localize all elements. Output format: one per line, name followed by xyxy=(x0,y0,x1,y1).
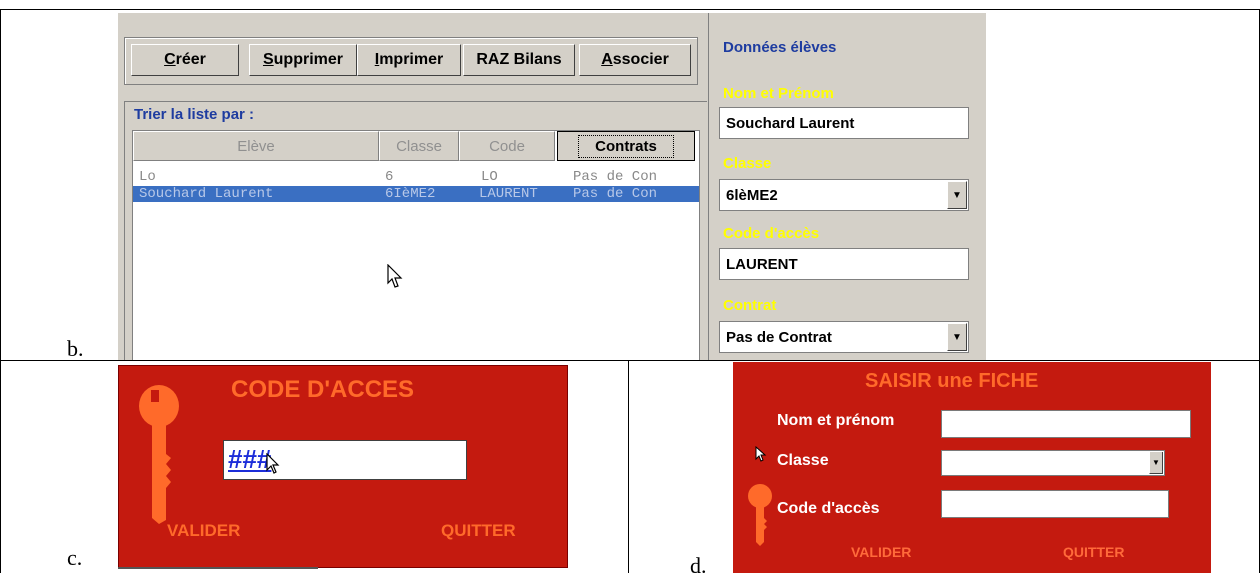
caption-c: c. xyxy=(67,545,83,570)
name-label: Nom et prénom xyxy=(777,412,895,429)
delete-label: upprimer xyxy=(273,51,343,68)
cell-code: LAURENT xyxy=(479,186,538,202)
code-label: Code d'accès xyxy=(723,225,820,242)
code-label: Code d'accès xyxy=(777,500,880,517)
create-accel: C xyxy=(164,51,176,68)
column-class-label: Classe xyxy=(396,137,442,155)
access-code-dialog: CODE D'ACCES ### VALIDER QUITTER xyxy=(118,365,568,568)
code-input[interactable] xyxy=(941,490,1169,518)
contract-select-value: Pas de Contrat xyxy=(726,328,832,346)
column-class[interactable]: Classe xyxy=(379,131,459,161)
student-management-window: Créer Supprimer Imprimer RAZ Bilans Asso… xyxy=(118,13,986,360)
name-input[interactable] xyxy=(941,410,1191,438)
caption-b: b. xyxy=(67,336,84,361)
associate-label: ssocier xyxy=(612,51,669,68)
student-data-panel: Données élèves Nom et Prénom Souchard La… xyxy=(708,13,986,360)
dropdown-arrow-icon[interactable]: ▼ xyxy=(947,323,967,351)
list-item-selected[interactable]: Souchard Laurent 6IèME2 LAURENT Pas de C… xyxy=(133,186,699,202)
column-contracts[interactable]: Contrats xyxy=(557,131,695,161)
print-label: mprimer xyxy=(379,51,444,68)
new-record-title: SAISIR une FICHE xyxy=(865,370,1039,392)
toolbar: Créer Supprimer Imprimer RAZ Bilans Asso… xyxy=(124,37,698,85)
name-field[interactable]: Souchard Laurent xyxy=(719,107,969,139)
reset-reports-label: RAZ Bilans xyxy=(476,51,562,68)
key-icon xyxy=(748,484,772,546)
reset-reports-button[interactable]: RAZ Bilans xyxy=(463,44,575,76)
table-row-divider xyxy=(0,360,1260,361)
student-data-title: Données élèves xyxy=(723,39,837,56)
column-student-label: Elève xyxy=(237,137,275,155)
mouse-cursor-icon xyxy=(387,264,403,288)
cell-class: 6 xyxy=(385,169,394,185)
mouse-cursor-icon xyxy=(755,446,767,462)
associate-button[interactable]: Associer xyxy=(579,44,691,76)
cell-class: 6IèME2 xyxy=(385,186,436,202)
dialog-shadow xyxy=(118,567,318,569)
column-code-label: Code xyxy=(489,137,525,155)
cell-contract: Pas de Con xyxy=(573,169,658,185)
dropdown-arrow-icon[interactable]: ▼ xyxy=(947,181,967,209)
create-button[interactable]: Créer xyxy=(131,44,239,76)
list-item[interactable]: Lo 6 LO Pas de Con xyxy=(133,169,699,185)
cell-student: Lo xyxy=(139,169,156,185)
cell-code: LO xyxy=(481,169,498,185)
class-select[interactable]: ▼ xyxy=(941,450,1165,476)
mouse-cursor-icon xyxy=(266,453,280,474)
contract-select[interactable]: Pas de Contrat ▼ xyxy=(719,321,969,353)
class-select-value: 6lèME2 xyxy=(726,186,778,204)
name-label: Nom et Prénom xyxy=(723,85,834,102)
code-field[interactable]: LAURENT xyxy=(719,248,969,280)
quit-button[interactable]: QUITTER xyxy=(1063,544,1124,560)
new-record-dialog: SAISIR une FICHE Nom et prénom Classe ▼ … xyxy=(733,362,1211,573)
delete-accel: S xyxy=(262,51,274,68)
table-border-left xyxy=(0,9,1,573)
class-label: Classe xyxy=(723,155,772,172)
dropdown-arrow-icon[interactable]: ▼ xyxy=(1149,452,1163,474)
table-column-divider xyxy=(628,360,629,573)
associate-accel: A xyxy=(601,51,613,68)
cell-student: Souchard Laurent xyxy=(139,186,274,202)
code-field-value: LAURENT xyxy=(726,255,798,273)
caption-d: d. xyxy=(690,553,707,578)
table-border-top xyxy=(0,9,1260,10)
column-code[interactable]: Code xyxy=(459,131,555,161)
access-code-title: CODE D'ACCES xyxy=(231,376,415,403)
sort-label: Trier la liste par : xyxy=(134,106,255,123)
student-list[interactable]: Elève Classe Code Contrats Lo 6 LO Pas d… xyxy=(132,130,700,360)
create-label: réer xyxy=(175,51,206,68)
class-select[interactable]: 6lèME2 ▼ xyxy=(719,179,969,211)
column-student[interactable]: Elève xyxy=(133,131,379,161)
access-code-input[interactable]: ### xyxy=(223,440,467,480)
column-contracts-label: Contrats xyxy=(578,134,674,158)
quit-button[interactable]: QUITTER xyxy=(441,521,516,541)
validate-button[interactable]: VALIDER xyxy=(851,544,911,560)
cell-contract: Pas de Con xyxy=(573,186,658,202)
validate-button[interactable]: VALIDER xyxy=(167,521,240,541)
delete-button[interactable]: Supprimer xyxy=(249,44,357,76)
contract-label: Contrat xyxy=(723,297,777,314)
class-label: Classe xyxy=(777,452,829,469)
access-code-value: ### xyxy=(228,444,272,474)
print-button[interactable]: Imprimer xyxy=(357,44,461,76)
key-icon xyxy=(139,385,179,524)
name-field-value: Souchard Laurent xyxy=(726,114,855,132)
